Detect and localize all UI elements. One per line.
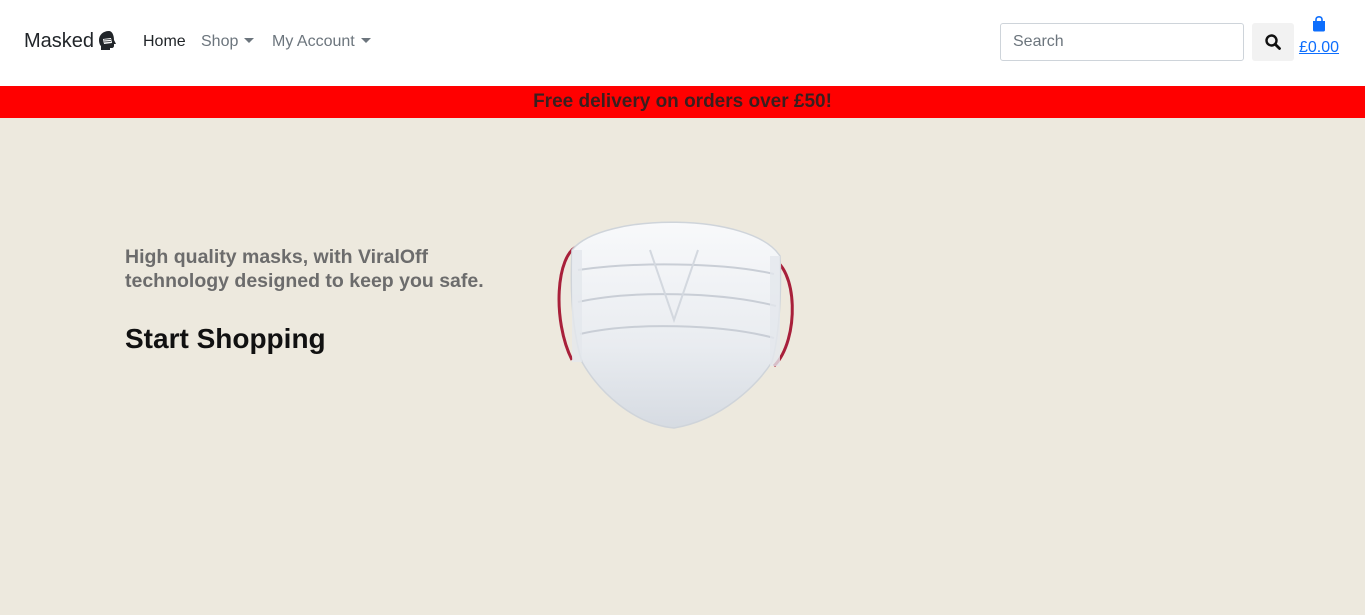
cart-link[interactable]: £0.00 bbox=[1298, 16, 1340, 57]
chevron-down-icon bbox=[360, 38, 371, 43]
shopping-bag-icon bbox=[1313, 16, 1325, 32]
navbar: Masked Home Shop My Account £0.00 bbox=[0, 0, 1365, 86]
nav-home[interactable]: Home bbox=[143, 32, 186, 51]
nav-shop-label: Shop bbox=[201, 33, 239, 50]
brand-logo[interactable]: Masked bbox=[24, 29, 120, 53]
hero-tagline: High quality masks, with ViralOff techno… bbox=[125, 246, 484, 292]
search-button[interactable] bbox=[1252, 23, 1294, 61]
nav-shop-dropdown[interactable]: Shop bbox=[201, 32, 255, 51]
start-shopping-button[interactable]: Start Shopping bbox=[125, 322, 326, 356]
search-input[interactable] bbox=[1000, 23, 1244, 61]
cart-total: £0.00 bbox=[1298, 39, 1340, 56]
brand-name: Masked bbox=[24, 30, 95, 52]
search-icon bbox=[1265, 34, 1281, 50]
nav-account-label: My Account bbox=[272, 33, 355, 50]
face-mask-image bbox=[557, 221, 794, 429]
chevron-down-icon bbox=[244, 38, 255, 43]
nav-account-dropdown[interactable]: My Account bbox=[272, 32, 371, 51]
masked-face-icon bbox=[99, 31, 117, 50]
delivery-banner: Free delivery on orders over £50! bbox=[0, 86, 1365, 118]
delivery-banner-text: Free delivery on orders over £50! bbox=[533, 91, 832, 112]
